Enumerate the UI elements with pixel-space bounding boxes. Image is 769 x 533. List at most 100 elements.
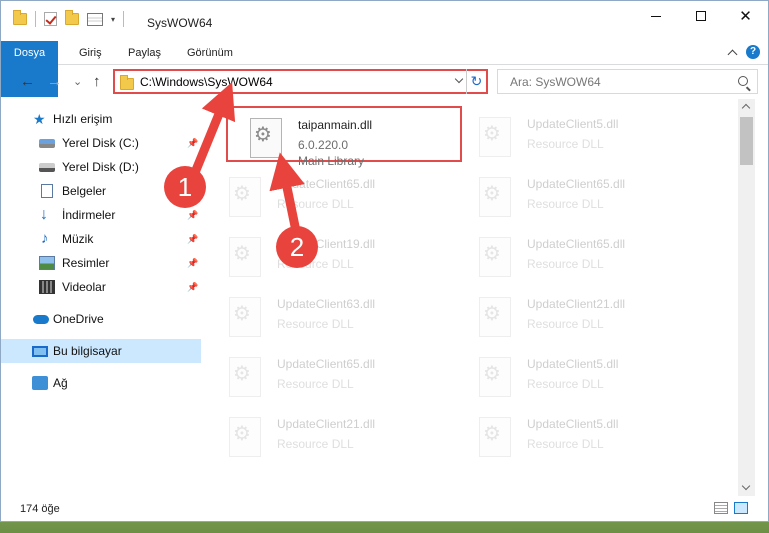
window-controls: ✕: [633, 1, 768, 31]
vertical-scrollbar[interactable]: [738, 99, 755, 496]
properties-check-icon[interactable]: [44, 12, 57, 26]
item-count: 174 öğe: [20, 503, 60, 515]
file-tile[interactable]: UpdateClient5.dll Resource DLL: [457, 107, 693, 163]
window-title: SysWOW64: [147, 16, 213, 30]
ribbon-right-controls: ?: [727, 45, 760, 59]
file-description: Resource DLL: [527, 197, 604, 211]
scroll-up-icon[interactable]: [741, 103, 751, 113]
address-folder-icon: [120, 75, 134, 90]
pin-icon[interactable]: 📌: [187, 186, 198, 197]
forward-arrow-icon[interactable]: →: [47, 73, 62, 90]
refresh-icon[interactable]: ↻: [466, 69, 486, 94]
dll-file-icon: [229, 297, 261, 337]
recent-locations-icon[interactable]: ⌄: [73, 75, 82, 88]
pin-icon[interactable]: 📌: [187, 210, 198, 221]
file-description: Resource DLL: [277, 197, 354, 211]
sidebar-item-label: Videolar: [62, 280, 106, 294]
star-icon: ★: [33, 111, 46, 127]
file-name: UpdateClient5.dll: [527, 117, 619, 131]
sidebar-item-onedrive[interactable]: OneDrive: [1, 307, 201, 331]
sidebar-item-drive-c[interactable]: Yerel Disk (C:) 📌: [1, 131, 201, 155]
qat-divider: [35, 11, 36, 27]
file-description: Resource DLL: [527, 437, 604, 451]
search-icon[interactable]: [738, 76, 748, 86]
file-tile[interactable]: UpdateClient63.dll Resource DLL: [207, 287, 443, 343]
file-tile[interactable]: UpdateClient65.dll Resource DLL: [207, 167, 443, 223]
customize-qat-icon[interactable]: ▾: [111, 15, 115, 24]
file-description: Resource DLL: [527, 257, 604, 271]
search-placeholder: Ara: SysWOW64: [510, 75, 601, 89]
file-description: Resource DLL: [277, 437, 354, 451]
new-folder-icon[interactable]: [65, 10, 79, 25]
drive-c-icon: [39, 138, 55, 148]
tab-home[interactable]: Giriş: [79, 41, 102, 65]
sidebar-item-this-pc[interactable]: Bu bilgisayar: [1, 339, 201, 363]
file-tile[interactable]: UpdateClient5.dll Resource DLL: [457, 347, 693, 403]
scroll-down-icon[interactable]: [741, 481, 751, 491]
onedrive-cloud-icon: [33, 314, 49, 324]
file-tile[interactable]: UpdateClient21.dll Resource DLL: [457, 287, 693, 343]
file-name: UpdateClient65.dll: [277, 177, 376, 191]
file-description: Main Library: [298, 154, 365, 168]
expand-ribbon-icon[interactable]: [727, 49, 738, 59]
sidebar-item-label: Yerel Disk (D:): [62, 160, 139, 174]
drive-d-icon: [39, 162, 55, 172]
details-view-icon[interactable]: [714, 502, 728, 514]
sidebar-item-label: Bu bilgisayar: [53, 344, 122, 358]
pin-icon[interactable]: 📌: [187, 258, 198, 269]
address-dropdown-icon[interactable]: [454, 74, 464, 84]
computer-icon: [32, 345, 48, 357]
help-icon[interactable]: ?: [746, 45, 760, 59]
address-bar[interactable]: C:\Windows\SysWOW64 ↻: [113, 69, 488, 94]
file-tile-taipanmain[interactable]: taipanmain.dll 6.0.220.0 Main Library: [226, 106, 462, 168]
tiles-view-icon[interactable]: [734, 502, 748, 514]
sidebar-item-downloads[interactable]: ↓ İndirmeler 📌: [1, 203, 201, 227]
file-tile[interactable]: UpdateClient5.dll Resource DLL: [457, 407, 693, 463]
sidebar-item-label: OneDrive: [53, 312, 104, 326]
file-name: UpdateClient65.dll: [527, 177, 626, 191]
sidebar-item-drive-d[interactable]: Yerel Disk (D:): [1, 155, 201, 179]
file-tile[interactable]: UpdateClient19.dll Resource DLL: [207, 227, 443, 283]
scroll-thumb[interactable]: [740, 117, 753, 165]
file-list: taipanmain.dll 6.0.220.0 Main Library Up…: [207, 99, 738, 496]
sidebar-item-videos[interactable]: Videolar 📌: [1, 275, 201, 299]
file-tile[interactable]: UpdateClient65.dll Resource DLL: [457, 167, 693, 223]
back-arrow-icon[interactable]: ←: [20, 73, 35, 90]
file-description: Resource DLL: [527, 317, 604, 331]
file-description: Resource DLL: [527, 137, 604, 151]
address-path[interactable]: C:\Windows\SysWOW64: [140, 75, 273, 89]
file-version: 6.0.220.0: [298, 138, 349, 152]
pin-icon[interactable]: 📌: [187, 282, 198, 293]
sidebar-item-label: İndirmeler: [62, 208, 116, 222]
sidebar-item-pictures[interactable]: Resimler 📌: [1, 251, 201, 275]
file-tile[interactable]: UpdateClient65.dll Resource DLL: [457, 227, 693, 283]
tab-view[interactable]: Görünüm: [187, 41, 233, 65]
explorer-window: ▾ SysWOW64 ✕ Dosya Giriş Paylaş Görünüm …: [0, 0, 769, 522]
pin-icon[interactable]: 📌: [187, 234, 198, 245]
search-box[interactable]: Ara: SysWOW64: [497, 69, 758, 94]
ribbon-tabs: Dosya Giriş Paylaş Görünüm ?: [1, 41, 768, 97]
file-name: UpdateClient21.dll: [277, 417, 376, 431]
maximize-button[interactable]: [678, 1, 723, 31]
dll-file-icon: [229, 177, 261, 217]
properties-icon[interactable]: [87, 12, 103, 26]
sidebar-item-network[interactable]: Ağ: [1, 371, 201, 395]
up-arrow-icon[interactable]: ↑: [93, 73, 101, 90]
sidebar-item-quick-access[interactable]: ★ Hızlı erişim: [1, 107, 201, 131]
dll-file-icon: [479, 297, 511, 337]
file-description: Resource DLL: [277, 377, 354, 391]
file-description: Resource DLL: [277, 317, 354, 331]
close-button[interactable]: ✕: [723, 1, 768, 31]
pin-icon[interactable]: 📌: [187, 138, 198, 149]
file-tile[interactable]: UpdateClient65.dll Resource DLL: [207, 347, 443, 403]
sidebar-item-music[interactable]: ♪ Müzik 📌: [1, 227, 201, 251]
title-bar: ▾ SysWOW64 ✕: [1, 1, 768, 39]
minimize-button[interactable]: [633, 1, 678, 31]
minimize-icon: [650, 15, 661, 17]
downloads-icon: ↓: [40, 206, 48, 223]
tab-share[interactable]: Paylaş: [128, 41, 161, 65]
file-tile[interactable]: UpdateClient21.dll Resource DLL: [207, 407, 443, 463]
dll-file-icon: [229, 237, 261, 277]
close-icon: ✕: [739, 8, 752, 25]
sidebar-item-documents[interactable]: Belgeler 📌: [1, 179, 201, 203]
